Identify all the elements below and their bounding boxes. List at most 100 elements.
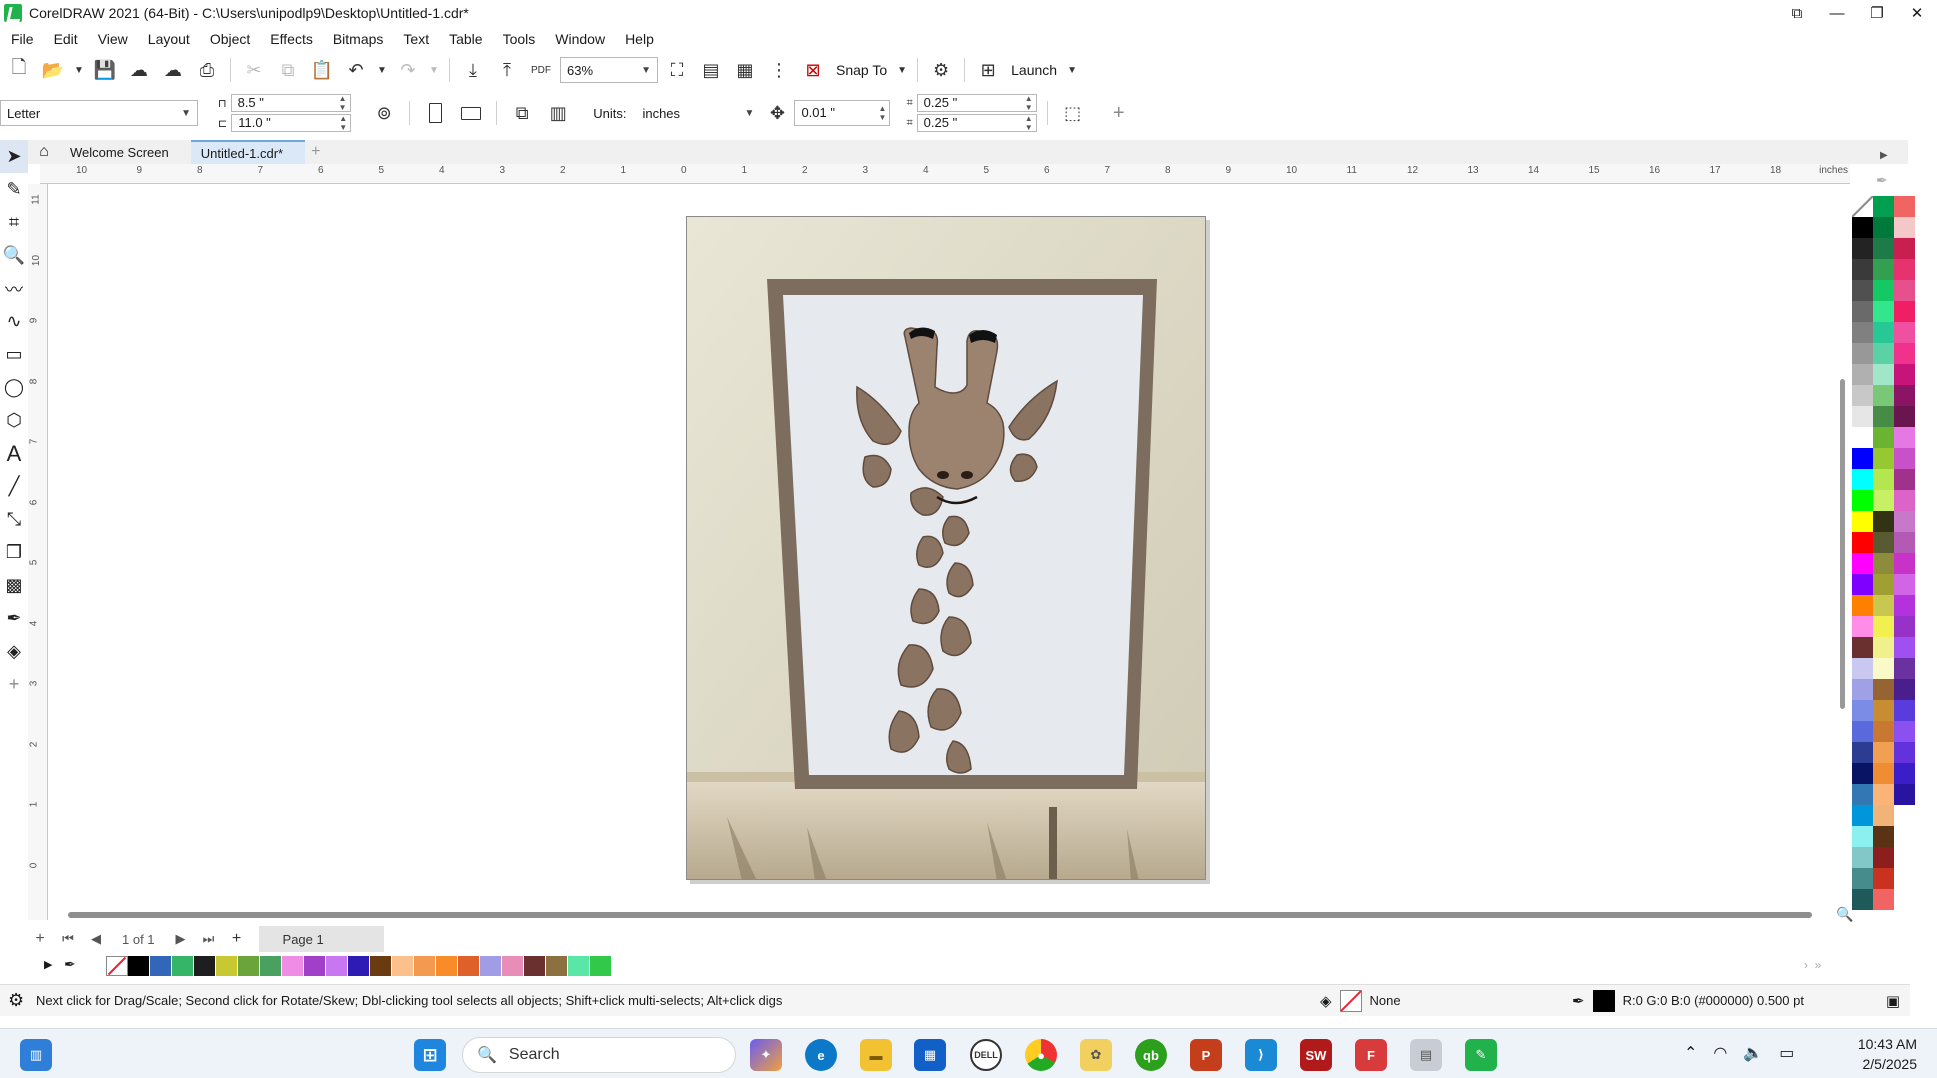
minimize-button[interactable]: — <box>1817 0 1857 26</box>
color-swatch[interactable] <box>194 956 216 976</box>
color-swatch[interactable] <box>1873 847 1894 868</box>
color-swatch[interactable] <box>1894 763 1915 784</box>
zoom-level-combo[interactable]: 63% ▼ <box>560 57 658 83</box>
menu-edit[interactable]: Edit <box>47 31 91 47</box>
ellipse-tool-icon[interactable]: ◯ <box>0 371 28 404</box>
color-swatch[interactable] <box>1894 238 1915 259</box>
color-swatch[interactable] <box>1894 679 1915 700</box>
show-grid-icon[interactable]: ▦ <box>730 56 760 84</box>
color-swatch[interactable] <box>1894 532 1915 553</box>
color-swatch[interactable] <box>1852 742 1873 763</box>
spin-arrows-icon[interactable]: ▲ ▼ <box>1025 94 1033 112</box>
home-icon[interactable]: ⌂ <box>28 140 60 164</box>
color-swatch[interactable] <box>1873 196 1894 217</box>
color-swatch[interactable] <box>1852 595 1873 616</box>
menu-view[interactable]: View <box>91 31 141 47</box>
units-combo[interactable]: inches ▼ <box>636 100 761 126</box>
add-page-after-icon[interactable]: + <box>225 930 249 948</box>
first-page-icon[interactable]: ⏮ <box>56 931 80 947</box>
color-swatch[interactable] <box>1894 553 1915 574</box>
color-swatch[interactable] <box>1873 658 1894 679</box>
color-swatch[interactable] <box>1873 763 1894 784</box>
color-swatch[interactable] <box>150 956 172 976</box>
color-swatch[interactable] <box>1873 364 1894 385</box>
paste-icon[interactable]: 📋 <box>307 56 337 84</box>
crop-tool-icon[interactable]: ⌗ <box>0 206 28 239</box>
color-swatch[interactable] <box>1894 742 1915 763</box>
spin-arrows-icon[interactable]: ▲ ▼ <box>879 104 887 122</box>
palette-expand-icon[interactable]: ▶ <box>1880 150 1888 161</box>
color-swatch[interactable] <box>304 956 326 976</box>
color-swatch[interactable] <box>436 956 458 976</box>
color-swatch[interactable] <box>1852 469 1873 490</box>
color-swatch[interactable] <box>1852 259 1873 280</box>
color-swatch[interactable] <box>1852 490 1873 511</box>
previous-page-icon[interactable]: ◀ <box>84 931 108 947</box>
snap-off-icon[interactable]: ⊠ <box>798 56 828 84</box>
volume-icon[interactable]: 🔈 <box>1743 1043 1763 1063</box>
page-border-icon[interactable]: ⬚ <box>1058 99 1088 127</box>
zoom-fit-icon[interactable]: 🔍 <box>1836 906 1853 923</box>
new-document-icon[interactable]: 🗋 <box>4 56 34 84</box>
color-swatch[interactable] <box>1894 784 1915 805</box>
color-swatch[interactable] <box>414 956 436 976</box>
color-swatch[interactable] <box>1873 280 1894 301</box>
drop-shadow-tool-icon[interactable]: ❒ <box>0 536 28 569</box>
last-page-icon[interactable]: ⏭ <box>197 931 221 947</box>
color-swatch[interactable] <box>370 956 392 976</box>
color-swatch[interactable] <box>1852 301 1873 322</box>
import-icon[interactable]: ⤓ <box>458 56 488 84</box>
color-swatch[interactable] <box>1852 532 1873 553</box>
color-swatch[interactable] <box>260 956 282 976</box>
color-swatch[interactable] <box>1894 574 1915 595</box>
color-swatch[interactable] <box>1873 784 1894 805</box>
horizontal-scrollbar[interactable] <box>68 912 1812 918</box>
wifi-icon[interactable]: ◠ <box>1713 1043 1727 1063</box>
color-swatch[interactable] <box>1852 238 1873 259</box>
document-page[interactable] <box>686 216 1206 880</box>
cloud-upload-icon[interactable]: ☁ <box>124 56 154 84</box>
color-swatch[interactable] <box>1873 637 1894 658</box>
battery-icon[interactable]: ▭ <box>1779 1043 1794 1063</box>
redo-dropdown-icon[interactable]: ▼ <box>427 56 441 84</box>
color-swatch[interactable] <box>1873 616 1894 637</box>
color-swatch[interactable] <box>1894 427 1915 448</box>
color-swatch[interactable] <box>502 956 524 976</box>
color-swatch[interactable] <box>1852 679 1873 700</box>
widgets-icon[interactable]: ▥ <box>20 1039 52 1071</box>
rectangle-tool-icon[interactable]: ▭ <box>0 338 28 371</box>
color-swatch[interactable] <box>480 956 502 976</box>
transparency-tool-icon[interactable]: ▩ <box>0 569 28 602</box>
color-swatch[interactable] <box>1852 889 1873 910</box>
color-swatch[interactable] <box>1852 553 1873 574</box>
color-swatch[interactable] <box>1852 574 1873 595</box>
show-rulers-icon[interactable]: ▤ <box>696 56 726 84</box>
color-swatch[interactable] <box>1873 889 1894 910</box>
color-swatch[interactable] <box>1873 700 1894 721</box>
eyedropper-tool-icon[interactable]: ✒ <box>0 602 28 635</box>
copilot-icon[interactable]: ✦ <box>750 1039 782 1071</box>
tab-welcome-screen[interactable]: Welcome Screen <box>60 140 191 164</box>
new-tab-button[interactable]: + <box>305 140 326 164</box>
horizontal-ruler[interactable]: inches 10 9 8 7 6 5 4 3 2 1 0 1 2 3 4 5 6 7 8 9 10 11 12 13 14 15… <box>40 164 1850 184</box>
color-swatch[interactable] <box>1894 259 1915 280</box>
cut-icon[interactable]: ✂ <box>239 56 269 84</box>
color-swatch[interactable] <box>1873 448 1894 469</box>
color-swatch[interactable] <box>1852 721 1873 742</box>
vscode-icon[interactable]: ⟩ <box>1245 1039 1277 1071</box>
color-swatch[interactable] <box>1873 301 1894 322</box>
all-pages-icon[interactable]: ⊚ <box>369 99 399 127</box>
vertical-scrollbar[interactable] <box>1838 184 1850 910</box>
color-swatch[interactable] <box>1873 259 1894 280</box>
pick-tool-icon[interactable]: ➤ <box>0 140 28 173</box>
color-swatch[interactable] <box>1852 406 1873 427</box>
portrait-icon[interactable] <box>420 99 450 127</box>
no-color-swatch[interactable] <box>1852 196 1873 217</box>
color-swatch[interactable] <box>1852 637 1873 658</box>
redo-icon[interactable]: ↷ <box>393 56 423 84</box>
color-proof-icon[interactable]: ▣ <box>1886 992 1900 1010</box>
publish-pdf-icon[interactable]: PDF <box>526 56 556 84</box>
shape-tool-icon[interactable]: ✎ <box>0 173 28 206</box>
color-swatch[interactable] <box>1894 385 1915 406</box>
color-swatch[interactable] <box>1852 322 1873 343</box>
